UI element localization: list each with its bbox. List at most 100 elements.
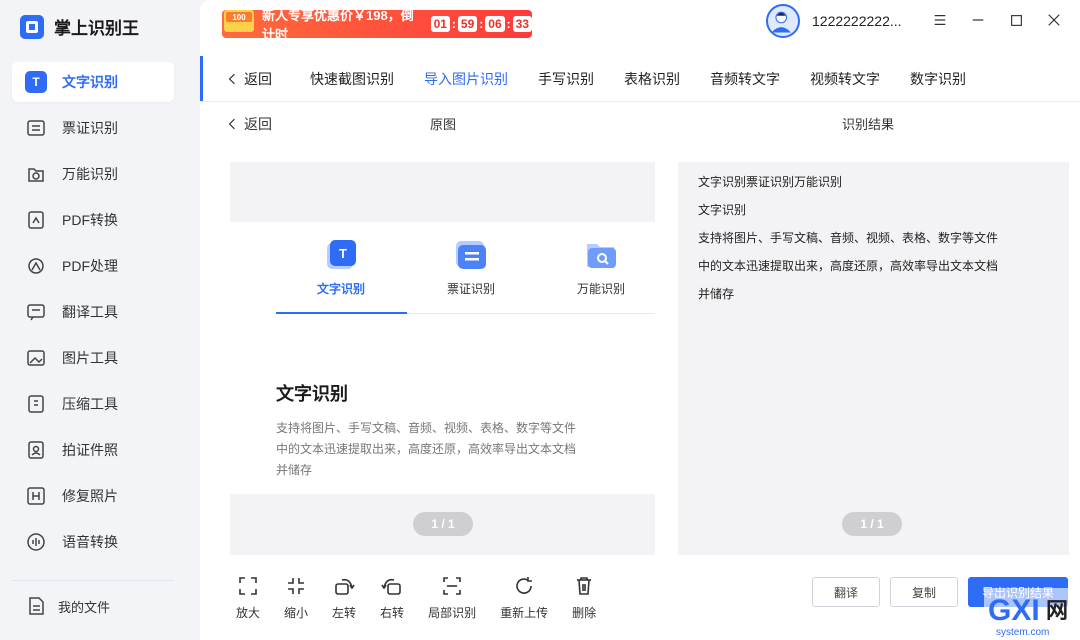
menu-button[interactable]	[930, 8, 950, 32]
file-icon	[24, 594, 48, 618]
minimize-button[interactable]	[968, 8, 988, 32]
back-button-secondary[interactable]: 返回	[228, 114, 272, 134]
tab-import-image[interactable]: 导入图片识别	[424, 69, 508, 89]
doc-desc-line: 并储存	[276, 463, 313, 477]
tab-video-to-text[interactable]: 视频转文字	[810, 69, 880, 89]
doc-tab-indicator	[276, 312, 407, 314]
result-panel[interactable]: 文字识别票证识别万能识别 文字识别 支持将图片、手写文稿、音频、视频、表格、数字…	[678, 162, 1069, 555]
sidebar-item-image-tool[interactable]: 图片工具	[12, 338, 174, 378]
tab-handwriting[interactable]: 手写识别	[538, 69, 594, 89]
text-recognition-icon: T	[24, 70, 48, 94]
close-button[interactable]	[1044, 8, 1064, 32]
doc-tab-text: T 文字识别	[276, 238, 406, 297]
tool-label: 右转	[380, 606, 405, 620]
sidebar-divider	[12, 580, 174, 581]
feature-tabs: 返回 快速截图识别 导入图片识别 手写识别 表格识别 音频转文字 视频转文字 数…	[200, 56, 1080, 102]
sidebar-item-label: 翻译工具	[62, 304, 118, 320]
tab-quick-screenshot[interactable]: 快速截图识别	[310, 69, 394, 89]
maximize-button[interactable]	[1006, 8, 1026, 32]
timer-centis: 33	[512, 16, 532, 32]
delete-button[interactable]: 删除	[572, 574, 596, 621]
sidebar-item-repair-photo[interactable]: 修复照片	[12, 476, 174, 516]
chevron-left-icon	[228, 73, 235, 84]
tab-table[interactable]: 表格识别	[624, 69, 680, 89]
sidebar-item-ticket[interactable]: 票证识别	[12, 108, 174, 148]
tool-label: 局部识别	[428, 606, 477, 620]
sidebar-item-translate[interactable]: 翻译工具	[12, 292, 174, 332]
sidebar-item-label: PDF转换	[62, 212, 118, 228]
universal-scan-icon	[24, 162, 48, 186]
rotate-left-button[interactable]: 左转	[332, 574, 356, 621]
copy-button[interactable]: 复制	[890, 577, 958, 607]
sidebar-item-label: 拍证件照	[62, 442, 118, 458]
my-files-button[interactable]: 我的文件	[12, 588, 174, 624]
svg-text:T: T	[339, 246, 347, 261]
doc-tab-label: 票证识别	[446, 282, 495, 296]
doc-desc-line: 支持将图片、手写文稿、音频、视频、表格、数字等文件	[276, 421, 577, 435]
tab-number[interactable]: 数字识别	[910, 69, 966, 89]
sidebar-item-pdf-process[interactable]: PDF处理	[12, 246, 174, 286]
avatar[interactable]	[766, 4, 800, 38]
result-page-indicator: 1 / 1	[842, 512, 902, 536]
maximize-icon	[1010, 14, 1022, 26]
app-name: 掌上识别王	[54, 19, 139, 38]
svg-text:GXI: GXI	[988, 594, 1040, 627]
translate-button[interactable]: 翻译	[812, 577, 880, 607]
crop-select-icon	[443, 577, 461, 595]
sidebar-item-label: 万能识别	[62, 166, 118, 182]
tool-label: 缩小	[284, 606, 309, 620]
zoom-in-button[interactable]: 放大	[236, 574, 260, 621]
sidebar: 掌上识别王 T 文字识别 票证识别 万能识别 PDF转换 PDF处理 翻译工具	[0, 0, 200, 640]
username: 1222222222...	[812, 13, 902, 29]
reupload-button[interactable]: 重新上传	[500, 574, 548, 621]
partial-recognition-button[interactable]: 局部识别	[428, 574, 476, 621]
result-line: 文字识别票证识别万能识别	[698, 175, 843, 189]
minimize-icon	[972, 19, 984, 21]
app-logo-icon	[20, 14, 44, 39]
original-image-panel[interactable]: T 文字识别 票证识别 万能识别 文字识别 支持将图片、手写文稿、音频、视频、表…	[230, 162, 655, 555]
sidebar-item-label: 压缩工具	[62, 396, 118, 412]
translate-icon	[24, 300, 48, 324]
sidebar-item-id-photo[interactable]: 拍证件照	[12, 430, 174, 470]
original-page-indicator: 1 / 1	[413, 512, 473, 536]
sidebar-nav: T 文字识别 票证识别 万能识别 PDF转换 PDF处理 翻译工具 图片工具 压…	[12, 62, 174, 568]
result-line: 支持将图片、手写文稿、音频、视频、表格、数字等文件	[698, 231, 999, 245]
coupon-badge-icon: 100	[224, 10, 254, 32]
doc-tab-universal: 万能识别	[536, 238, 655, 297]
menu-icon	[934, 15, 946, 25]
pdf-process-icon	[24, 254, 48, 278]
sidebar-item-pdf-convert[interactable]: PDF转换	[12, 200, 174, 240]
sidebar-item-voice-convert[interactable]: 语音转换	[12, 522, 174, 562]
sidebar-item-universal[interactable]: 万能识别	[12, 154, 174, 194]
sidebar-item-compress[interactable]: 压缩工具	[12, 384, 174, 424]
promo-banner[interactable]: 100 新人专享优惠价￥198，倒计时 01 : 59 : 06 : 33	[222, 8, 532, 42]
shrink-icon	[288, 578, 305, 594]
universal-scan-icon	[584, 238, 618, 272]
original-heading: 原图	[430, 117, 457, 132]
window-controls	[930, 8, 1064, 32]
id-photo-icon	[24, 438, 48, 462]
chevron-left-icon	[228, 118, 235, 130]
result-text[interactable]: 文字识别票证识别万能识别 文字识别 支持将图片、手写文稿、音频、视频、表格、数字…	[698, 168, 998, 308]
result-line: 中的文本迅速提取出来，高度还原，高效率导出文本文档	[698, 259, 999, 273]
main-panel: 100 新人专享优惠价￥198，倒计时 01 : 59 : 06 : 33 12…	[200, 0, 1080, 640]
sidebar-item-label: 语音转换	[62, 534, 118, 550]
sidebar-item-text-recognition[interactable]: T 文字识别	[12, 62, 174, 102]
tool-label: 放大	[236, 606, 261, 620]
back-button[interactable]: 返回	[200, 69, 272, 89]
repair-photo-icon	[24, 484, 48, 508]
zoom-out-button[interactable]: 缩小	[284, 574, 308, 621]
rotate-right-button[interactable]: 右转	[380, 574, 404, 621]
tool-label: 删除	[572, 606, 597, 620]
timer-seconds: 06	[485, 16, 505, 32]
user-account[interactable]: 1222222222...	[766, 4, 902, 38]
image-tool-icon	[24, 346, 48, 370]
svg-text:system.com: system.com	[996, 627, 1049, 638]
tab-audio-to-text[interactable]: 音频转文字	[710, 69, 780, 89]
image-toolbar: 放大 缩小 左转 右转 局部识别 重新上传 删除	[236, 574, 620, 621]
doc-desc-line: 中的文本迅速提取出来，高度还原，高效率导出文本文档	[276, 442, 577, 456]
back-label: 返回	[244, 70, 272, 87]
sidebar-item-label: 图片工具	[62, 350, 118, 366]
avatar-person-icon	[771, 11, 791, 33]
compress-icon	[24, 392, 48, 416]
